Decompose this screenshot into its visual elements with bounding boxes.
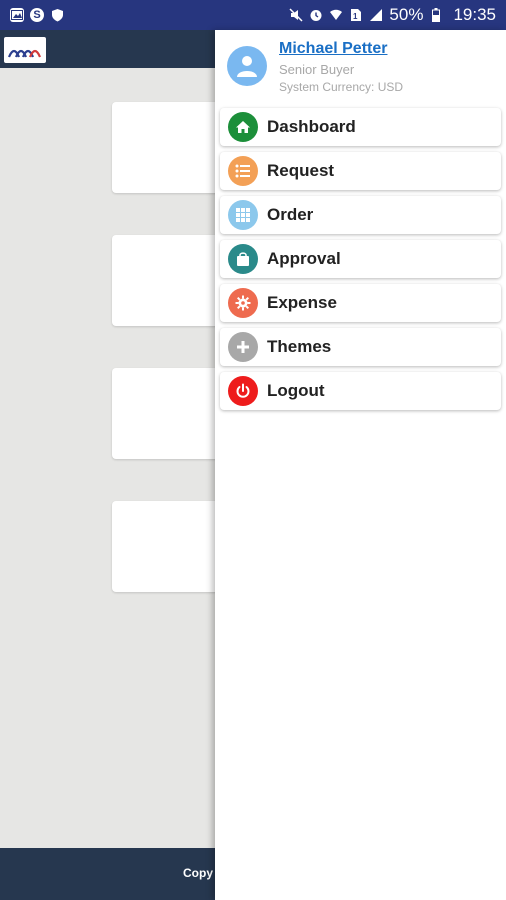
- menu-item-logout[interactable]: Logout: [220, 372, 501, 410]
- content-card[interactable]: [112, 235, 222, 326]
- gallery-icon: [10, 8, 24, 22]
- battery-level: 50%: [389, 5, 424, 24]
- menu-item-label: Approval: [267, 249, 341, 268]
- svg-text:1: 1: [353, 12, 358, 21]
- wifi-icon: [329, 8, 343, 22]
- plus-icon: [228, 332, 258, 362]
- status-bar-left: S: [10, 8, 64, 22]
- app-logo[interactable]: [4, 37, 46, 63]
- menu-item-themes[interactable]: Themes: [220, 328, 501, 366]
- content-card[interactable]: [112, 102, 222, 193]
- menu-item-label: Logout: [267, 381, 325, 400]
- list-icon: [228, 156, 258, 186]
- user-name-link[interactable]: Michael Petter: [279, 40, 387, 58]
- content-card[interactable]: [112, 368, 222, 459]
- menu-item-request[interactable]: Request: [220, 152, 501, 190]
- system-currency: System Currency: USD: [279, 80, 404, 94]
- menu-item-label: Order: [267, 205, 314, 224]
- shopping-bag-icon: [228, 244, 258, 274]
- shield-icon: [50, 8, 64, 22]
- mute-icon: [289, 8, 303, 22]
- battery-icon: [429, 8, 443, 22]
- menu-item-label: Request: [267, 161, 335, 180]
- drawer-menu: Dashboard Request Order Approval Expense: [220, 108, 501, 416]
- skype-icon: S: [30, 8, 44, 22]
- user-role: Senior Buyer: [279, 62, 355, 77]
- menu-item-expense[interactable]: Expense: [220, 284, 501, 322]
- clock: 19:35: [453, 5, 496, 24]
- navigation-drawer: Michael Petter Senior Buyer System Curre…: [215, 30, 506, 900]
- home-icon: [228, 112, 258, 142]
- menu-item-label: Dashboard: [267, 117, 356, 136]
- footer-copyright: Copy: [183, 866, 213, 880]
- menu-item-label: Themes: [267, 337, 332, 356]
- alarm-icon: [309, 8, 323, 22]
- gear-icon: [228, 288, 258, 318]
- menu-item-approval[interactable]: Approval: [220, 240, 501, 278]
- power-icon: [228, 376, 258, 406]
- menu-item-label: Expense: [267, 293, 337, 312]
- grid-icon: [228, 200, 258, 230]
- avatar[interactable]: [227, 46, 267, 86]
- signal-icon: [369, 8, 383, 22]
- menu-item-dashboard[interactable]: Dashboard: [220, 108, 501, 146]
- status-bar: S 1 50% 19:35: [0, 0, 506, 30]
- sim-icon: 1: [349, 8, 363, 22]
- content-card[interactable]: [112, 501, 222, 592]
- menu-item-order[interactable]: Order: [220, 196, 501, 234]
- user-profile: Michael Petter Senior Buyer System Curre…: [227, 40, 497, 98]
- status-bar-right: 1 50% 19:35: [289, 5, 496, 25]
